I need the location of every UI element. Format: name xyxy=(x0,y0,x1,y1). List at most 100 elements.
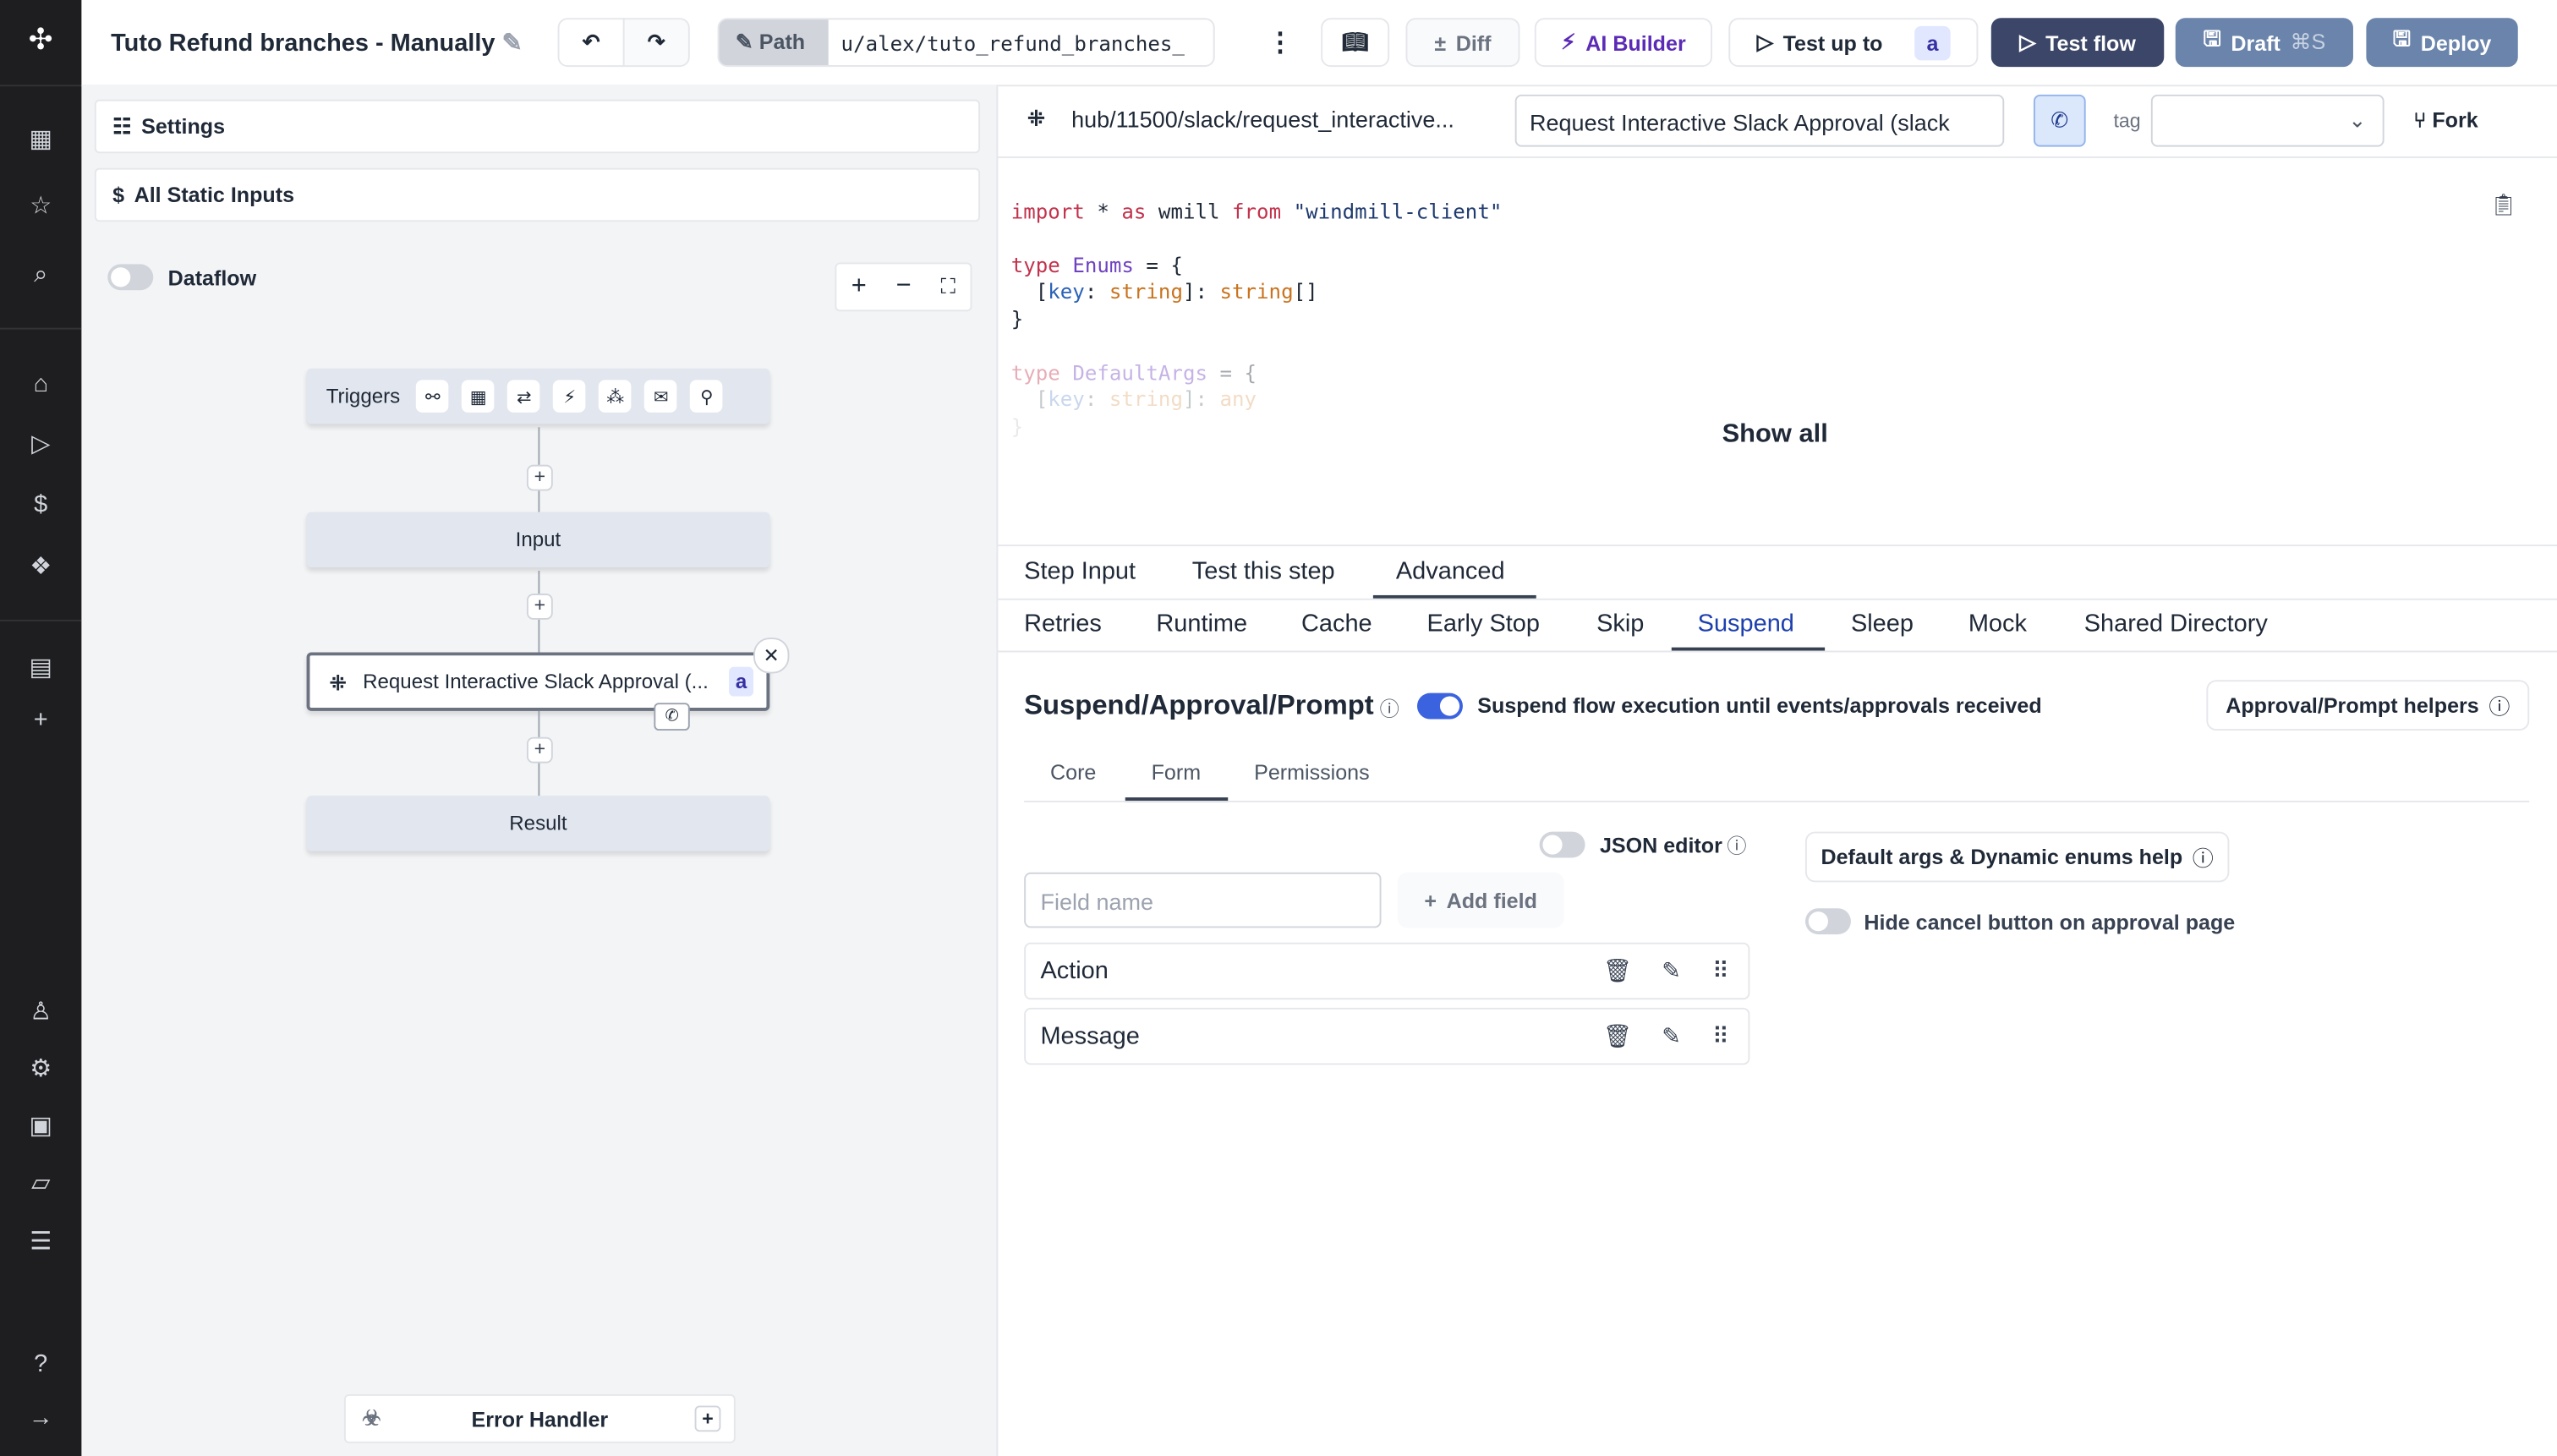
step-node-a[interactable]: ⁜ Request Interactive Slack Approval (..… xyxy=(306,652,770,711)
trash-icon[interactable]: 🗑︎ xyxy=(1603,957,1632,985)
add-step-icon[interactable]: + xyxy=(526,736,553,764)
bot-icon[interactable]: ▣ xyxy=(25,1110,57,1143)
save-icon: 🖫︎ xyxy=(2203,25,2221,51)
subtab-permissions[interactable]: Permissions xyxy=(1254,760,1370,785)
folder-icon[interactable]: ▱ xyxy=(25,1168,57,1201)
email-trigger-icon[interactable]: ✉ xyxy=(644,380,678,413)
home-icon[interactable]: ⌂ xyxy=(25,369,57,402)
suspend-toggle[interactable] xyxy=(1416,692,1463,720)
show-all-button[interactable]: Show all xyxy=(1722,421,1828,451)
poll-trigger-icon[interactable]: ⚲ xyxy=(690,380,724,413)
schedule-trigger-icon[interactable]: ▦ xyxy=(462,380,496,413)
tab-advanced[interactable]: Advanced xyxy=(1396,558,1505,586)
slack-icon: ⁜ xyxy=(329,671,347,694)
suspend-phone-button[interactable]: ✆ xyxy=(2033,94,2086,147)
deploy-button[interactable]: 🖫︎ Deploy xyxy=(2366,18,2518,68)
test-up-to-button[interactable]: ▷ Test up to a xyxy=(1728,18,1979,68)
scripts-icon[interactable]: ▦ xyxy=(25,124,57,157)
diff-button[interactable]: ± Diff xyxy=(1405,18,1520,68)
star-icon[interactable]: ☆ xyxy=(25,191,57,224)
tab-runtime[interactable]: Runtime xyxy=(1156,610,1247,638)
pencil-icon[interactable]: ✎ xyxy=(1662,1022,1681,1050)
field-name-input[interactable]: Field name xyxy=(1024,872,1382,928)
tab-early-stop[interactable]: Early Stop xyxy=(1427,610,1540,638)
triggers-node[interactable]: Triggers ⚯ ▦ ⇄ ⚡︎ ⁂ ✉ ⚲ xyxy=(306,368,770,424)
step-summary-input[interactable]: Request Interactive Slack Approval (slac… xyxy=(1514,94,2005,147)
ai-builder-button[interactable]: ⚡︎ AI Builder xyxy=(1534,18,1713,68)
zoom-out-icon[interactable]: − xyxy=(896,272,912,302)
result-node[interactable]: Result xyxy=(306,796,770,851)
approval-helpers-button[interactable]: Approval/Prompt helpers ⓘ xyxy=(2206,680,2530,731)
resources-icon[interactable]: ❖ xyxy=(25,551,57,584)
tab-retries[interactable]: Retries xyxy=(1024,610,1102,638)
trash-icon[interactable]: 🗑︎ xyxy=(1603,1022,1632,1050)
variables-icon[interactable]: $ xyxy=(25,490,57,523)
kafka-trigger-icon[interactable]: ⁂ xyxy=(599,380,632,413)
step-editor-panel: ⁜ hub/11500/slack/request_interactive...… xyxy=(998,85,2557,1456)
fork-button[interactable]: ⑂ Fork xyxy=(2413,107,2478,132)
add-field-button[interactable]: + Add field xyxy=(1397,872,1564,928)
dataflow-toggle[interactable] xyxy=(107,264,154,291)
add-error-handler-icon[interactable]: + xyxy=(694,1405,721,1432)
help-icon[interactable]: ? xyxy=(25,1349,57,1382)
settings-row[interactable]: ☷ Settings xyxy=(94,99,981,154)
subtab-form[interactable]: Form xyxy=(1152,760,1202,785)
default-args-help-button[interactable]: Default args & Dynamic enums help ⓘ xyxy=(1804,831,2230,883)
code-line: } xyxy=(1010,413,1024,438)
json-editor-toggle[interactable] xyxy=(1539,831,1585,858)
schedules-icon[interactable]: ▤ xyxy=(25,652,57,685)
top-toolbar: Tuto Refund branches - Manually ✎ ↶ ↷ ✎ … xyxy=(81,0,2557,87)
undo-button[interactable]: ↶ xyxy=(557,18,625,68)
add-step-icon[interactable]: + xyxy=(526,594,553,620)
tab-suspend[interactable]: Suspend xyxy=(1698,610,1794,638)
websocket-trigger-icon[interactable]: ⚡︎ xyxy=(553,380,587,413)
wand-icon: ⚡︎ xyxy=(1561,29,1576,54)
user-icon[interactable]: ♙ xyxy=(25,996,57,1029)
tab-step-input[interactable]: Step Input xyxy=(1024,558,1136,586)
input-node[interactable]: Input xyxy=(306,512,770,568)
more-menu-icon[interactable]: ⋮ xyxy=(1268,26,1294,59)
code-line: [key: string]: any xyxy=(1010,386,1257,412)
drag-handle-icon[interactable]: ⠿ xyxy=(1712,1022,1729,1050)
expand-icon[interactable]: → xyxy=(25,1403,57,1436)
runs-icon[interactable]: ▷ xyxy=(25,429,57,462)
info-icon[interactable]: ⓘ xyxy=(1727,832,1746,860)
help-circle-icon: ⓘ xyxy=(2192,846,2214,871)
tab-shared-directory[interactable]: Shared Directory xyxy=(2084,610,2268,638)
static-inputs-row[interactable]: $ All Static Inputs xyxy=(94,167,981,222)
search-icon[interactable]: ⌕ xyxy=(25,260,57,293)
hide-cancel-toggle[interactable] xyxy=(1804,908,1851,935)
tab-test-this-step[interactable]: Test this step xyxy=(1192,558,1335,586)
hide-cancel-label: Hide cancel button on approval page xyxy=(1864,910,2236,935)
plus-icon[interactable]: + xyxy=(25,704,57,737)
info-icon[interactable]: ⓘ xyxy=(1380,695,1399,723)
subtab-core[interactable]: Core xyxy=(1050,760,1096,785)
pencil-icon[interactable]: ✎ xyxy=(1662,957,1681,985)
settings-icon[interactable]: ⚙ xyxy=(25,1054,57,1087)
tab-sleep[interactable]: Sleep xyxy=(1851,610,1914,638)
draft-button[interactable]: 🖫︎ Draft ⌘S xyxy=(2175,18,2353,68)
route-trigger-icon[interactable]: ⇄ xyxy=(507,380,541,413)
docs-book-button[interactable]: 📖︎ xyxy=(1321,18,1390,68)
test-flow-button[interactable]: ▷ Test flow xyxy=(1990,18,2165,68)
tab-mock[interactable]: Mock xyxy=(1968,610,2027,638)
redo-button[interactable]: ↷ xyxy=(622,18,690,68)
zoom-in-icon[interactable]: + xyxy=(851,272,867,302)
play-icon: ▷ xyxy=(2019,29,2036,54)
drag-handle-icon[interactable]: ⠿ xyxy=(1712,957,1729,985)
tab-cache[interactable]: Cache xyxy=(1301,610,1372,638)
webhook-trigger-icon[interactable]: ⚯ xyxy=(416,380,450,413)
path-field[interactable]: ✎ Path u/alex/tuto_refund_branches_ xyxy=(717,18,1215,68)
error-handler-node[interactable]: ☣ Error Handler + xyxy=(343,1393,736,1443)
flow-title[interactable]: Tuto Refund branches - Manually ✎ xyxy=(111,28,523,57)
list-icon[interactable]: ☰ xyxy=(25,1226,57,1259)
copy-clipboard-icon[interactable]: 📋︎ xyxy=(2490,193,2517,219)
windmill-logo-icon[interactable]: ✣ xyxy=(25,23,57,56)
tab-skip[interactable]: Skip xyxy=(1596,610,1644,638)
path-input[interactable]: u/alex/tuto_refund_branches_ xyxy=(828,19,1213,66)
fit-view-icon[interactable]: ⛶ xyxy=(941,274,956,300)
pencil-icon: ✎ xyxy=(501,29,523,57)
add-step-icon[interactable]: + xyxy=(526,464,553,491)
tag-select[interactable]: ⌄ xyxy=(2150,94,2385,147)
delete-step-icon[interactable]: ✕ xyxy=(753,638,790,674)
